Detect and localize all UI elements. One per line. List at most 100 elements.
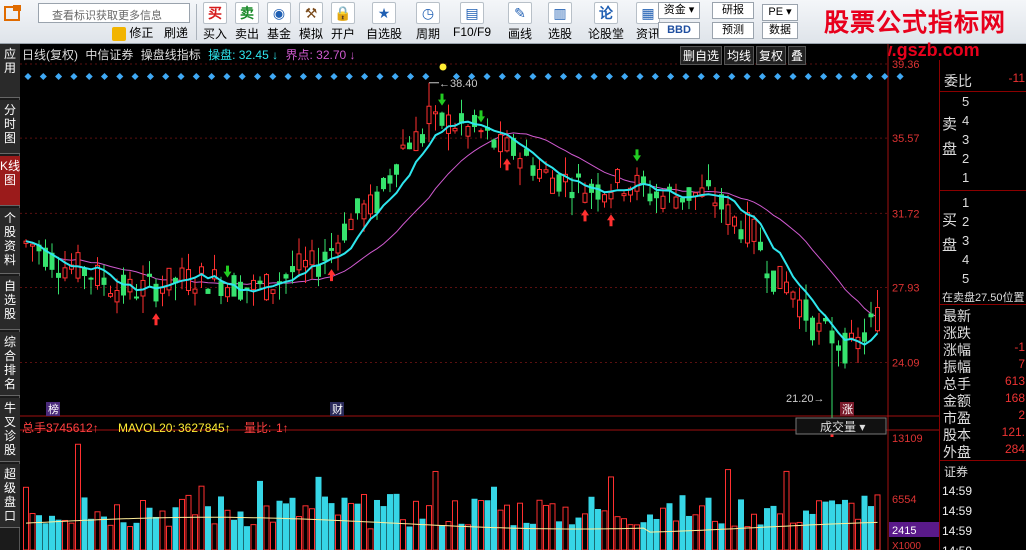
candle-body <box>361 203 367 220</box>
weibi-value: -11 <box>1008 71 1025 85</box>
candle-body <box>790 291 796 300</box>
volume-bar <box>302 505 309 550</box>
side-tab-7[interactable]: 超级盘口 <box>0 464 20 528</box>
select-button[interactable]: ▥ 选股 <box>540 2 580 42</box>
remove-watchlist-tab[interactable]: 删自选 <box>680 46 723 65</box>
draw-button[interactable]: ✎ 画线 <box>500 2 540 42</box>
refresh-button[interactable]: 刷递 <box>164 24 188 42</box>
candle-body <box>836 345 841 351</box>
data-button[interactable]: 数据 <box>762 22 798 39</box>
buy-level-row[interactable]: 4 <box>940 252 1026 269</box>
f10-button[interactable]: ▤ F10/F9 <box>452 2 492 42</box>
ma-tab[interactable]: 均线 <box>724 46 755 65</box>
side-tab-5[interactable]: 综合排名 <box>0 332 20 396</box>
indicator-name: 操盘线指标 <box>140 48 201 62</box>
research-report-button[interactable]: 研报 <box>712 2 754 19</box>
candle-body <box>199 266 204 274</box>
watchlist-label: 自选股 <box>365 27 402 41</box>
forecast-button[interactable]: 预测 <box>712 22 754 39</box>
toolbar-divider <box>196 4 197 40</box>
weibi-row: 委比 -11 <box>940 71 1026 89</box>
stat-value: 613 <box>1004 374 1025 388</box>
volume-bar <box>432 470 439 550</box>
fix-button[interactable]: 修正 <box>112 24 153 42</box>
adjust-tab[interactable]: 复权 <box>756 46 787 65</box>
kline-chart[interactable]: 39.36 35.57 31.72 27.93 24.09 ←38.40 21.20→ 榜 财 涨… <box>20 44 939 550</box>
side-tab-4[interactable]: 自选股 <box>0 276 20 330</box>
buy-level-row[interactable]: 3 <box>940 233 1026 250</box>
volume-bar <box>406 526 413 550</box>
side-tab-6[interactable]: 牛叉诊股 <box>0 398 20 462</box>
sell-level-row[interactable]: 3 <box>940 132 1026 149</box>
fund-button[interactable]: ◉ 基金 <box>264 2 294 42</box>
watchlist-button[interactable]: ★ 自选股 <box>364 2 404 42</box>
sell-level-num: 5 <box>962 94 970 109</box>
candle-body <box>641 176 646 185</box>
trade-row: 14:59 <box>940 504 1026 521</box>
volume-bar <box>62 519 68 550</box>
volume-bar <box>23 486 29 550</box>
sell-level-row[interactable]: 5 <box>940 94 1026 111</box>
quote-divider <box>940 190 1026 191</box>
simulate-button[interactable]: ⚒ 模拟 <box>296 2 326 42</box>
side-tab-2[interactable]: K线图 <box>0 156 20 206</box>
candle-body <box>381 177 386 190</box>
period-button[interactable]: ◷ 周期 <box>408 2 448 42</box>
search-input[interactable]: 查看标识获取更多信息 <box>38 3 190 23</box>
select-label: 选股 <box>547 27 572 41</box>
candle-body <box>205 288 211 294</box>
buy-level-row[interactable]: 1 <box>940 195 1026 212</box>
trade-time: 14:59 <box>942 504 973 518</box>
candle-body <box>758 241 763 251</box>
volume-bar <box>465 524 471 550</box>
candle-body <box>348 218 354 231</box>
buy-level-row[interactable]: 5 <box>940 271 1026 288</box>
candle-body <box>615 169 620 184</box>
buy-level-num: 5 <box>962 271 970 286</box>
sell-button[interactable]: 卖卖出 <box>232 2 262 42</box>
stat-row: 外盘 284 <box>940 442 1026 460</box>
candle-body <box>556 174 562 192</box>
volume-bar <box>387 494 393 550</box>
volume-bar <box>205 506 211 550</box>
volume-bar <box>159 510 166 550</box>
side-tab-3[interactable]: 个股资料 <box>0 208 20 274</box>
candle-body <box>316 264 321 277</box>
sell-level-row[interactable]: 2 <box>940 151 1026 168</box>
open-button[interactable]: 🔒 开户 <box>328 2 358 42</box>
candle-body <box>530 165 536 176</box>
star-icon: ★ <box>372 2 396 24</box>
candle-body <box>355 198 360 214</box>
price-tick-label: 39.36 <box>892 59 920 71</box>
bbd-button[interactable]: BBD <box>658 22 700 39</box>
volume-bar <box>127 526 133 550</box>
buy-button[interactable]: 买买入 <box>200 2 230 42</box>
open-label: 开户 <box>330 27 355 41</box>
volume-bar <box>172 507 179 550</box>
volume-bar <box>809 513 816 550</box>
volume-bar <box>712 520 718 550</box>
forum-label: 论股堂 <box>587 27 624 41</box>
sell-level-row[interactable]: 1 <box>940 170 1026 187</box>
side-tab-1[interactable]: 分时图 <box>0 100 20 154</box>
volume-bar <box>276 500 283 550</box>
volume-bar <box>452 500 458 550</box>
overlay-tab[interactable]: 叠 <box>788 46 807 65</box>
app-logo-icon[interactable] <box>4 4 34 24</box>
forum-button[interactable]: 论论股堂 <box>586 2 626 42</box>
volume-bar <box>348 502 354 550</box>
volume-bar <box>790 522 796 550</box>
chart-canvas[interactable]: 39.36 35.57 31.72 27.93 24.09 ←38.40 21.20→ 榜 财 涨… <box>20 44 939 550</box>
volume-bar <box>822 501 829 550</box>
volume-bar <box>179 498 185 550</box>
fund-flow-button[interactable]: 资金 ▾ <box>658 2 700 19</box>
volume-bar <box>380 506 387 550</box>
buy-level-row[interactable]: 2 <box>940 214 1026 231</box>
volume-bar <box>107 524 114 550</box>
volume-bar <box>608 476 614 550</box>
candle-body <box>394 164 399 175</box>
pe-button[interactable]: PE ▾ <box>762 4 798 21</box>
side-tab-0[interactable]: 应用 <box>0 44 20 98</box>
buy-level-num: 1 <box>962 195 970 210</box>
sell-level-row[interactable]: 4 <box>940 113 1026 130</box>
